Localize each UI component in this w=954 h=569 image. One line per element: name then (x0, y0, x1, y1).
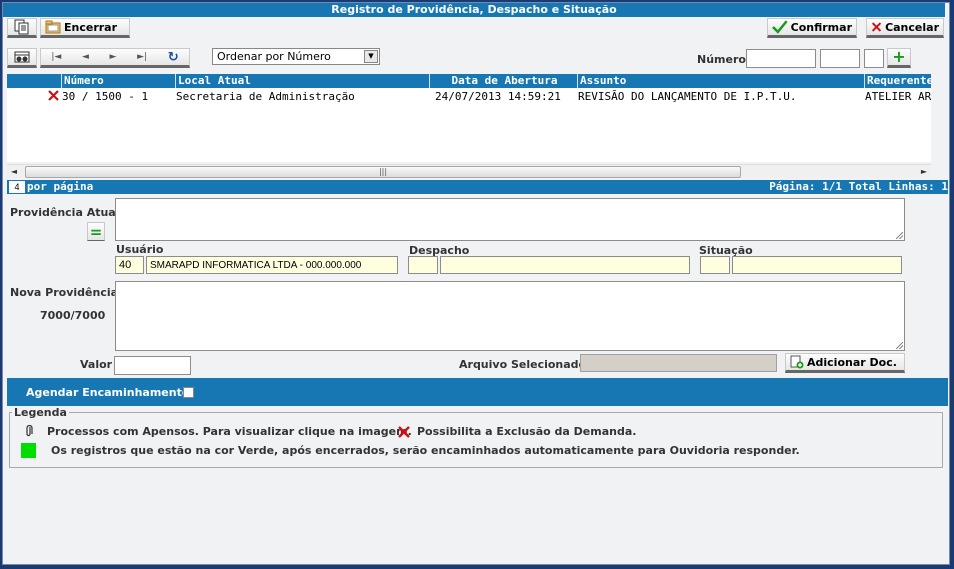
legend-green-text: Os registros que estão na cor Verde, apó… (51, 444, 800, 457)
documents-icon (14, 19, 29, 35)
equals-icon: = (89, 222, 103, 241)
cell-data-abertura: 24/07/2013 14:59:21 (435, 90, 561, 103)
scroll-thumb[interactable]: ||| (25, 166, 741, 178)
cell-requerente: ATELIER AR (865, 90, 931, 103)
cell-local-atual: Secretaria de Administração (176, 90, 355, 103)
x-icon (871, 22, 882, 32)
per-page-input[interactable] (9, 181, 25, 193)
green-square-icon (21, 443, 36, 458)
numero-input-2[interactable] (820, 49, 860, 68)
add-document-icon (790, 355, 804, 369)
plus-icon: + (892, 47, 906, 66)
resize-grip-icon[interactable] (896, 232, 903, 239)
record-navigation: |◄ ◄ ► ►| ↻ (40, 48, 190, 68)
agendar-label: Agendar Encaminhamento (26, 386, 190, 399)
close-record-label: Encerrar (64, 20, 118, 34)
despacho-desc-field[interactable] (440, 256, 690, 274)
resize-grip-icon[interactable] (896, 342, 903, 349)
next-record-icon[interactable]: ► (110, 52, 117, 62)
order-select-value: Ordenar por Número (217, 50, 331, 63)
cancel-button[interactable]: Cancelar (866, 18, 944, 38)
valor-label: Valor (80, 358, 113, 371)
column-header-data-abertura[interactable]: Data de Abertura (429, 74, 577, 88)
cell-assunto: REVISÃO DO LANÇAMENTO DE I.P.T.U. (578, 90, 797, 103)
situacao-code-field[interactable] (700, 256, 730, 274)
legend-delete-text: Possibilita a Exclusão da Demanda. (417, 425, 637, 438)
add-numero-button[interactable]: + (887, 48, 911, 68)
confirm-label: Confirmar (790, 20, 852, 34)
binoculars-icon (14, 51, 30, 63)
delete-x-icon (398, 426, 410, 438)
new-record-button[interactable] (7, 18, 37, 38)
arquivo-selecionado-label: Arquivo Selecionado (459, 358, 587, 371)
arquivo-selecionado-field (580, 354, 777, 372)
delete-row-icon[interactable] (48, 90, 62, 105)
folder-icon (45, 20, 61, 34)
grid-header: Número Local Atual Data de Abertura Assu… (7, 74, 931, 88)
cell-numero: 30 / 1500 - 1 (62, 90, 149, 103)
paperclip-icon (26, 425, 33, 437)
legend-box (9, 412, 943, 468)
situacao-desc-field[interactable] (732, 256, 902, 274)
scroll-right-icon[interactable]: ► (917, 165, 931, 179)
agendar-checkbox[interactable] (183, 387, 194, 398)
first-record-icon[interactable]: |◄ (51, 52, 61, 62)
column-header-assunto[interactable]: Assunto (577, 74, 864, 88)
grid-pager: por página Página: 1/1 Total Linhas: 1 (7, 180, 948, 194)
last-record-icon[interactable]: ►| (137, 52, 147, 62)
legend-attachments-text: Processos com Apensos. Para visualizar c… (47, 425, 412, 438)
copy-providencia-button[interactable]: = (87, 222, 105, 241)
numero-input-3[interactable] (864, 49, 884, 68)
previous-record-icon[interactable]: ◄ (82, 52, 89, 62)
table-row[interactable]: 30 / 1500 - 1 Secretaria de Administraçã… (7, 90, 931, 104)
despacho-code-field[interactable] (408, 256, 438, 274)
legend-title: Legenda (12, 406, 69, 419)
cancel-label: Cancelar (885, 20, 939, 34)
add-document-button[interactable]: Adicionar Doc. (785, 353, 905, 373)
horizontal-scrollbar[interactable]: ◄ ||| ► (7, 164, 931, 178)
nova-providencia-label: Nova Providência (10, 286, 119, 299)
char-counter: 7000/7000 (40, 309, 106, 322)
confirm-button[interactable]: Confirmar (767, 18, 857, 38)
window-title: Registro de Providência, Despacho e Situ… (3, 3, 945, 17)
column-header-local-atual[interactable]: Local Atual (175, 74, 429, 88)
valor-input[interactable] (114, 356, 191, 375)
search-grid-button[interactable] (7, 48, 37, 68)
providencia-atual-label: Providência Atual (10, 206, 120, 219)
refresh-icon[interactable]: ↻ (168, 50, 179, 65)
nova-providencia-textarea[interactable] (115, 281, 905, 351)
numero-input-1[interactable] (746, 49, 816, 68)
column-header-numero[interactable]: Número (61, 74, 175, 88)
checkmark-icon (772, 20, 788, 34)
usuario-name-field[interactable] (146, 256, 398, 274)
numero-label: Número (697, 53, 746, 66)
close-record-button[interactable]: Encerrar (40, 18, 130, 38)
chevron-down-icon[interactable]: ▼ (364, 50, 378, 63)
column-header-requerente[interactable]: Requerente (864, 74, 931, 88)
usuario-code-field[interactable] (115, 256, 144, 274)
usuario-label: Usuário (116, 243, 164, 256)
per-page-label: por página (27, 180, 94, 193)
scroll-left-icon[interactable]: ◄ (7, 165, 21, 179)
pager-status: Página: 1/1 Total Linhas: 1 (769, 180, 948, 193)
add-document-label: Adicionar Doc. (807, 355, 897, 369)
providencia-atual-textarea[interactable] (115, 198, 905, 241)
order-select[interactable]: Ordenar por Número ▼ (212, 48, 380, 65)
